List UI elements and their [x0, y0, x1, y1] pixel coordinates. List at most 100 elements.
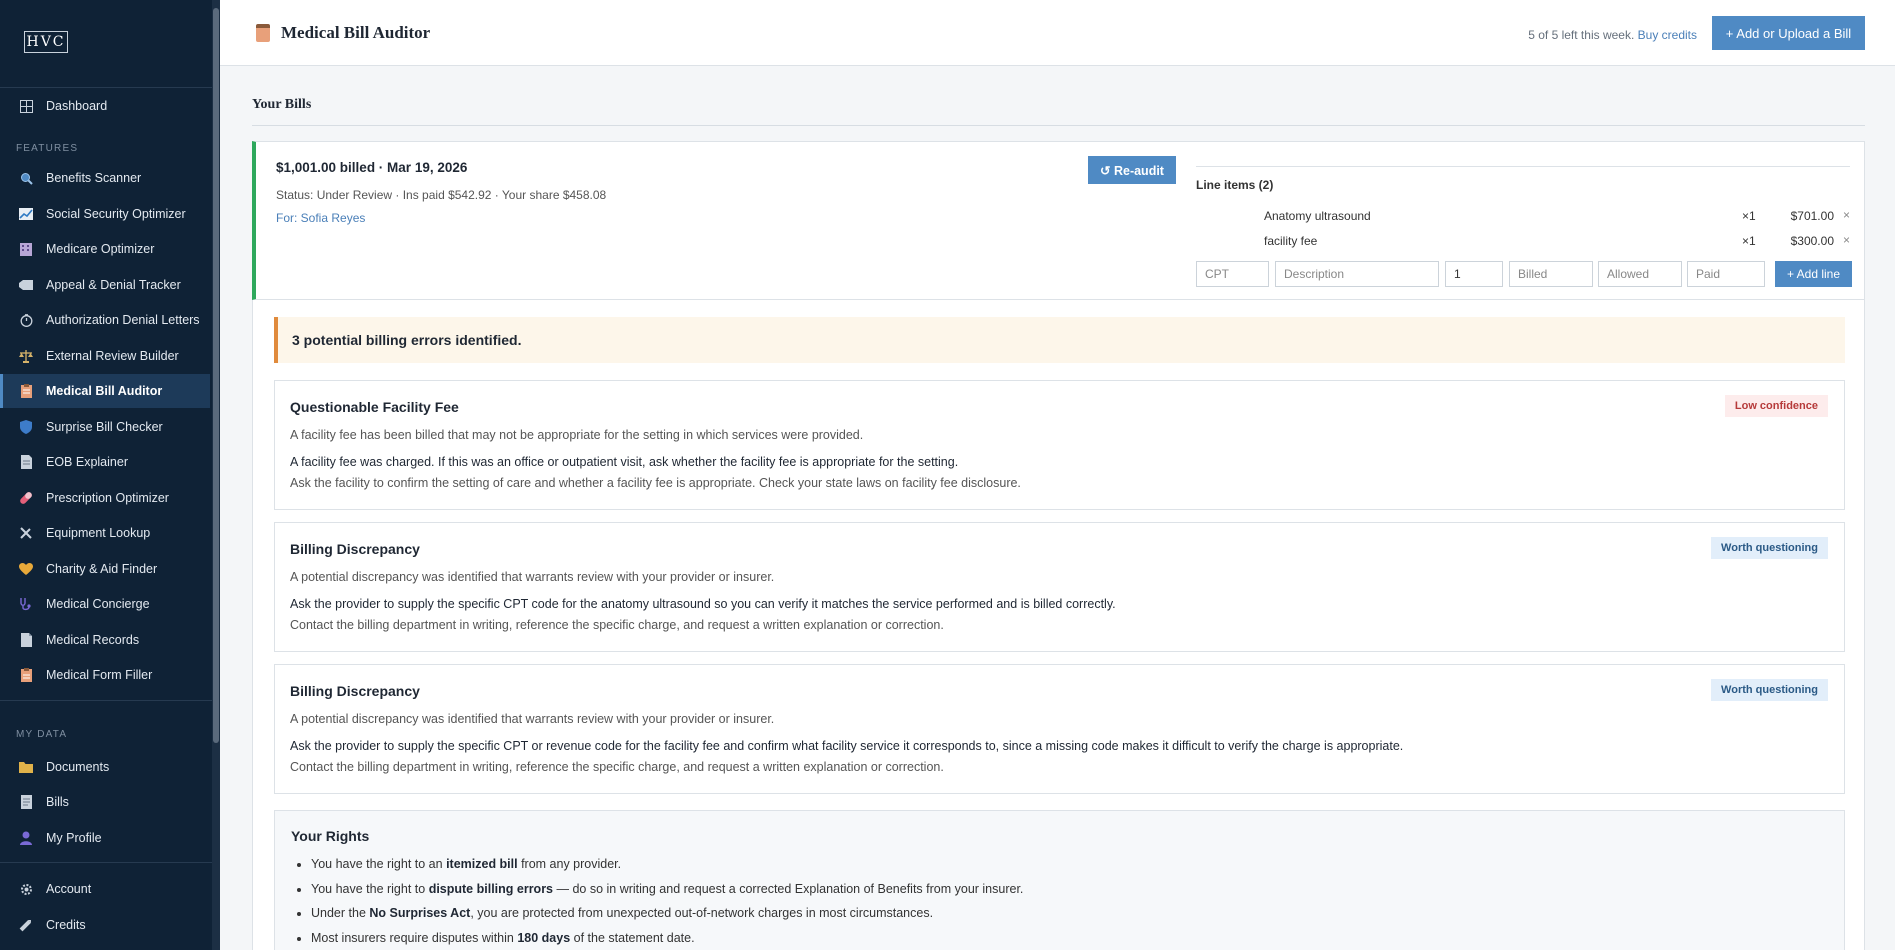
sidebar-item-label: Surprise Bill Checker	[46, 420, 163, 434]
sidebar-item-medical-form-filler[interactable]: Medical Form Filler	[0, 658, 210, 692]
sidebar-item-eob-explainer[interactable]: EOB Explainer	[0, 445, 210, 479]
sidebar: HVC Dashboard FEATURES Benefits Scanner …	[0, 0, 220, 950]
mydata-section-label: MY DATA	[16, 729, 68, 740]
finding-description: A potential discrepancy was identified t…	[290, 712, 775, 726]
shield-icon	[18, 419, 34, 435]
cpt-input[interactable]	[1196, 261, 1269, 287]
description-input[interactable]	[1275, 261, 1439, 287]
paid-input[interactable]	[1687, 261, 1765, 287]
sidebar-item-label: Social Security Optimizer	[46, 207, 186, 221]
rights-text: — do so in writing and request a correct…	[553, 881, 1024, 896]
finding-card: Billing Discrepancy Worth questioning A …	[274, 664, 1845, 794]
sidebar-item-label: Authorization Denial Letters	[46, 313, 200, 327]
list-item: You have the right to an itemized bill f…	[311, 856, 1023, 881]
folder-icon	[18, 759, 34, 775]
finding-detail: Ask the provider to supply the specific …	[290, 739, 1404, 753]
line-item-description: facility fee	[1264, 234, 1318, 248]
sidebar-item-appeal-denial-tracker[interactable]: Appeal & Denial Tracker	[0, 268, 210, 302]
sidebar-item-my-profile[interactable]: My Profile	[0, 821, 210, 855]
sidebar-item-medical-records[interactable]: Medical Records	[0, 623, 210, 657]
sidebar-item-label: Medicare Optimizer	[46, 242, 155, 256]
stopwatch-icon	[18, 312, 34, 328]
pencil-icon	[18, 917, 34, 933]
buy-credits-link[interactable]: Buy credits	[1638, 28, 1697, 42]
line-items-divider	[1196, 166, 1850, 167]
sidebar-item-label: Medical Form Filler	[46, 668, 153, 682]
sidebar-item-label: Medical Bill Auditor	[46, 384, 163, 398]
rights-text: You have the right to	[311, 881, 429, 896]
your-bills-heading: Your Bills	[252, 97, 312, 112]
finding-card: Questionable Facility Fee Low confidence…	[274, 380, 1845, 510]
sidebar-item-label: Equipment Lookup	[46, 526, 151, 540]
quantity-input[interactable]	[1445, 261, 1503, 287]
sidebar-item-label: My Profile	[46, 831, 102, 845]
sidebar-item-prescription-optimizer[interactable]: Prescription Optimizer	[0, 481, 210, 515]
magnifier-icon	[18, 170, 34, 186]
finding-action: Ask the facility to confirm the setting …	[290, 476, 1021, 490]
bill-patient[interactable]: For: Sofia Reyes	[276, 211, 365, 225]
add-line-button[interactable]: + Add line	[1775, 261, 1852, 287]
sidebar-item-social-security-optimizer[interactable]: Social Security Optimizer	[0, 197, 210, 231]
line-item-amount: $701.00	[1790, 209, 1834, 223]
sidebar-item-label: Documents	[46, 760, 110, 774]
sidebar-item-equipment-lookup[interactable]: Equipment Lookup	[0, 516, 210, 550]
sidebar-item-bills[interactable]: Bills	[0, 785, 210, 819]
sidebar-item-benefits-scanner[interactable]: Benefits Scanner	[0, 161, 210, 195]
features-section-label: FEATURES	[16, 143, 79, 154]
finding-card: Billing Discrepancy Worth questioning A …	[274, 522, 1845, 652]
sidebar-item-credits[interactable]: Credits	[0, 908, 210, 942]
sidebar-item-medical-bill-auditor[interactable]: Medical Bill Auditor	[0, 374, 210, 408]
line-item-amount: $300.00	[1790, 234, 1834, 248]
finding-description: A potential discrepancy was identified t…	[290, 570, 775, 584]
sidebar-item-medicare-optimizer[interactable]: Medicare Optimizer	[0, 232, 210, 266]
rights-text: from any provider.	[517, 857, 622, 871]
sidebar-item-medical-concierge[interactable]: Medical Concierge	[0, 587, 210, 621]
sidebar-item-label: Prescription Optimizer	[46, 491, 169, 505]
delete-line-icon[interactable]: ×	[1843, 208, 1850, 222]
line-item-qty: ×1	[1742, 209, 1756, 223]
clipboard-icon	[256, 24, 270, 42]
sidebar-scrollbar[interactable]	[212, 0, 220, 950]
bill-status: Status: Under Review · Ins paid $542.92 …	[276, 188, 607, 202]
bill-card: $1,001.00 billed · Mar 19, 2026 Status: …	[252, 141, 1865, 300]
sidebar-item-label: Benefits Scanner	[46, 171, 142, 185]
sidebar-item-label: Account	[46, 882, 92, 896]
list-item: Most insurers require disputes within 18…	[311, 930, 1023, 950]
finding-detail: A facility fee was charged. If this was …	[290, 455, 959, 469]
sidebar-item-external-review-builder[interactable]: External Review Builder	[0, 339, 210, 373]
rights-list: You have the right to an itemized bill f…	[311, 856, 1023, 950]
rights-emphasis: itemized bill	[446, 857, 518, 871]
sidebar-divider	[0, 87, 212, 88]
rights-emphasis: 180 days	[517, 930, 571, 945]
rights-emphasis: dispute billing errors	[428, 881, 554, 896]
sidebar-item-charity-aid-finder[interactable]: Charity & Aid Finder	[0, 552, 210, 586]
sidebar-item-label: Charity & Aid Finder	[46, 562, 158, 576]
re-audit-button[interactable]: ↺ Re-audit	[1088, 156, 1176, 184]
list-item: Under the No Surprises Act, you are prot…	[311, 905, 1023, 930]
sidebar-item-account[interactable]: Account	[0, 872, 210, 906]
hvc-logo[interactable]: HVC	[24, 31, 68, 53]
document-icon	[18, 454, 34, 470]
your-rights-heading: Your Rights	[291, 828, 370, 844]
finding-action: Contact the billing department in writin…	[290, 760, 944, 774]
errors-alert-text: 3 potential billing errors identified.	[292, 332, 522, 348]
scrollbar-thumb[interactable]	[213, 8, 219, 743]
tag-icon	[18, 277, 34, 293]
finding-title: Billing Discrepancy	[290, 683, 420, 699]
line-item-qty: ×1	[1742, 234, 1756, 248]
building-icon	[18, 241, 34, 257]
sidebar-item-dashboard[interactable]: Dashboard	[0, 89, 210, 123]
billed-input[interactable]	[1509, 261, 1593, 287]
page-icon	[18, 632, 34, 648]
stethoscope-icon	[18, 596, 34, 612]
sidebar-item-label: External Review Builder	[46, 349, 179, 363]
line-item-description: Anatomy ultrasound	[1264, 209, 1371, 223]
sidebar-item-surprise-bill-checker[interactable]: Surprise Bill Checker	[0, 410, 210, 444]
sidebar-item-documents[interactable]: Documents	[0, 750, 210, 784]
pill-icon	[18, 490, 34, 506]
sidebar-item-authorization-denial-letters[interactable]: Authorization Denial Letters	[0, 303, 210, 337]
add-upload-bill-button[interactable]: + Add or Upload a Bill	[1712, 16, 1865, 50]
delete-line-icon[interactable]: ×	[1843, 233, 1850, 247]
credits-status: 5 of 5 left this week. Buy credits	[1528, 28, 1697, 42]
allowed-input[interactable]	[1598, 261, 1682, 287]
